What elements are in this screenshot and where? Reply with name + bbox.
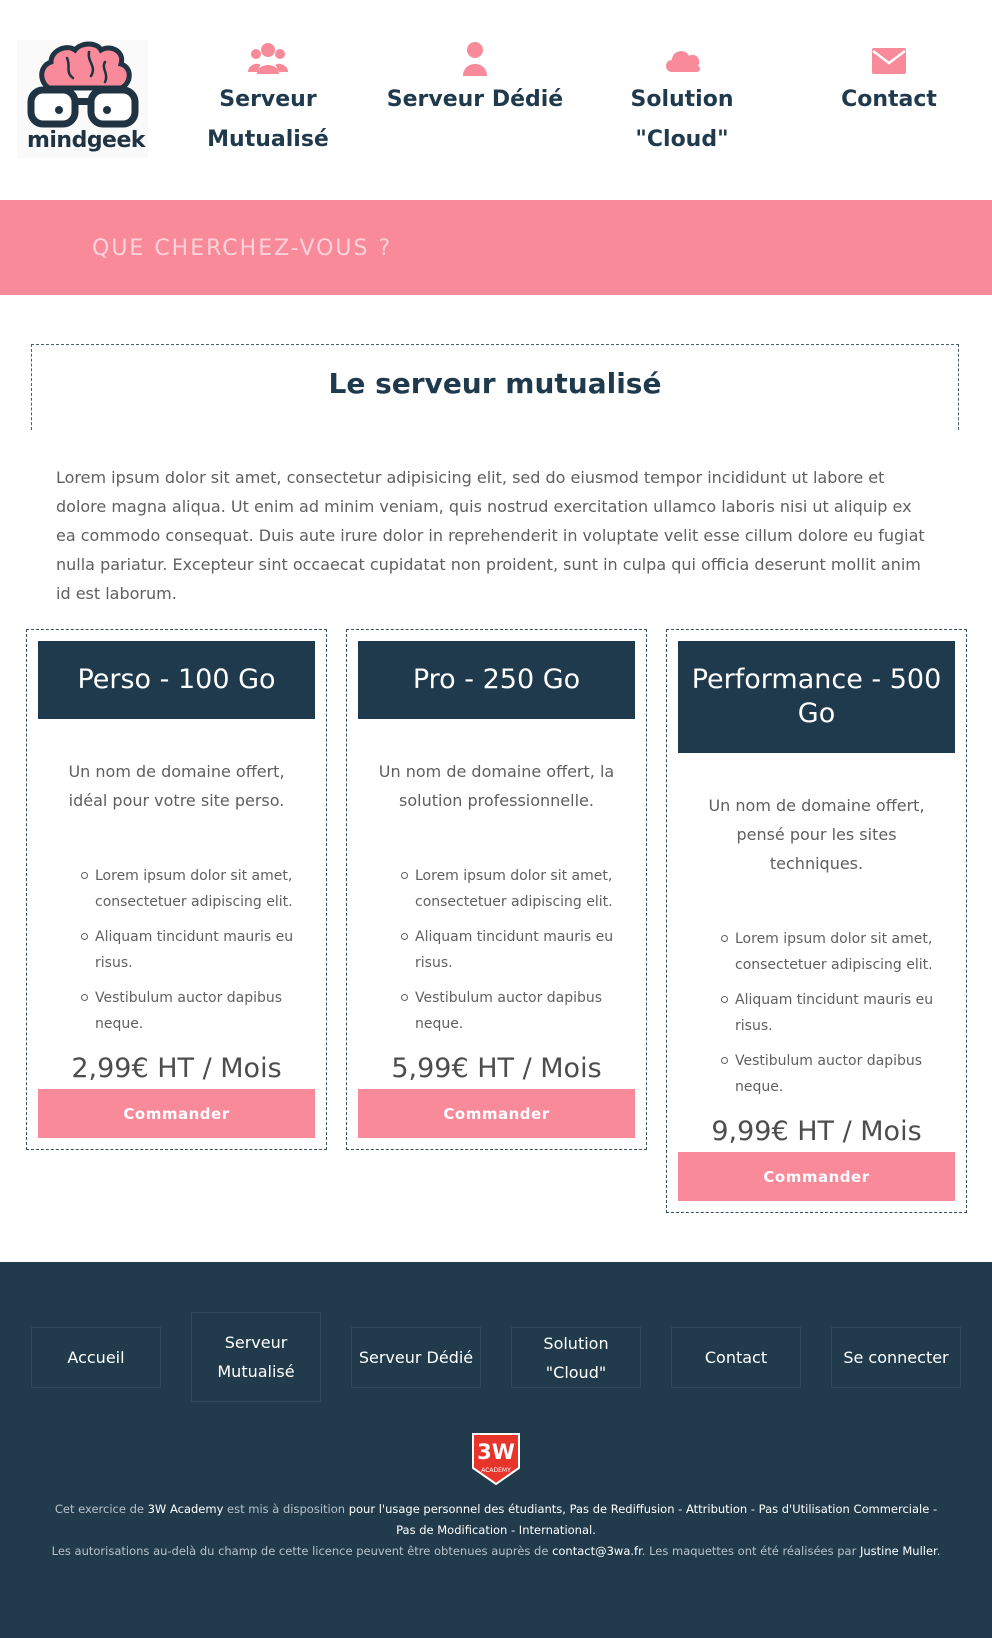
page-title: Le serveur mutualisé	[328, 367, 662, 400]
feature-list: Lorem ipsum dolor sit amet, consectetuer…	[401, 863, 632, 1037]
plan-price: 9,99€ HT / Mois	[711, 1116, 922, 1147]
3w-academy-badge-icon: 3W ACADEMY	[472, 1433, 520, 1486]
intro-paragraph: Lorem ipsum dolor sit amet, consectetur …	[56, 468, 925, 603]
footer-link-serveur-mutualise[interactable]: Serveur Mutualisé	[191, 1312, 321, 1402]
list-item: Lorem ipsum dolor sit amet, consectetuer…	[81, 863, 312, 915]
plan-description: Un nom de domaine offert, idéal pour vot…	[68, 762, 285, 810]
search-band	[0, 200, 992, 295]
list-item: Aliquam tincidunt mauris eu risus.	[401, 924, 632, 976]
badge-bottom-text: ACADEMY	[481, 1467, 511, 1474]
nav-item-solution-cloud[interactable]: Solution "Cloud"	[582, 40, 782, 160]
nav-label-line2: "Cloud"	[635, 127, 729, 152]
badge-top-text: 3W	[477, 1440, 515, 1464]
plan-price: 2,99€ HT / Mois	[71, 1053, 282, 1084]
plan-title: Pro - 250 Go	[358, 641, 635, 719]
license-text-part: Les autorisations au-delà du champ de ce…	[51, 1544, 553, 1558]
plan-card-pro: Pro - 250 Go Un nom de domaine offert, l…	[346, 629, 647, 1150]
license-text-part: est mis à disposition	[223, 1502, 349, 1516]
order-button[interactable]: Commander	[38, 1089, 315, 1138]
users-icon	[248, 43, 288, 74]
list-item: Lorem ipsum dolor sit amet, consectetuer…	[401, 863, 632, 915]
nav-item-serveur-mutualise[interactable]: Serveur Mutualisé	[168, 40, 368, 160]
footer-link-contact[interactable]: Contact	[671, 1327, 801, 1388]
license-text-part: Cet exercice de	[54, 1502, 148, 1516]
list-item: Aliquam tincidunt mauris eu risus.	[721, 987, 952, 1039]
search-input[interactable]	[90, 222, 794, 274]
nav-item-serveur-dedie[interactable]: Serveur Dédié	[375, 40, 575, 120]
footer-link-accueil[interactable]: Accueil	[31, 1327, 161, 1388]
academy-link[interactable]: 3W Academy	[148, 1502, 224, 1516]
nav-label: Serveur Dédié	[386, 87, 564, 112]
user-icon	[463, 42, 487, 76]
author-link[interactable]: Justine Muller	[860, 1544, 937, 1558]
license-text: Cet exercice de 3W Academy est mis à dis…	[50, 1499, 942, 1562]
feature-list: Lorem ipsum dolor sit amet, consectetuer…	[81, 863, 312, 1037]
plan-description: Un nom de domaine offert, pensé pour les…	[708, 796, 925, 873]
nav-label: Solution	[630, 87, 734, 112]
logo-wordmark: mindgeek	[26, 128, 146, 153]
license-text-part: .	[936, 1544, 941, 1558]
nav-label-line2: Mutualisé	[207, 127, 329, 152]
envelope-icon	[872, 48, 906, 74]
nav-label: Contact	[841, 87, 937, 112]
plan-title: Perso - 100 Go	[38, 641, 315, 719]
list-item: Aliquam tincidunt mauris eu risus.	[81, 924, 312, 976]
cloud-icon	[666, 51, 701, 72]
list-item: Lorem ipsum dolor sit amet, consectetuer…	[721, 926, 952, 978]
footer-link-se-connecter[interactable]: Se connecter	[831, 1327, 961, 1388]
title-box: Le serveur mutualisé	[31, 344, 959, 430]
plan-title: Performance - 500 Go	[678, 641, 955, 753]
email-link[interactable]: contact@3wa.fr	[552, 1544, 642, 1558]
list-item: Vestibulum auctor dapibus neque.	[81, 985, 312, 1037]
plan-description: Un nom de domaine offert, la solution pr…	[378, 762, 615, 810]
order-button[interactable]: Commander	[358, 1089, 635, 1138]
footer-link-solution-cloud[interactable]: Solution "Cloud"	[511, 1327, 641, 1388]
plan-card-performance: Performance - 500 Go Un nom de domaine o…	[666, 629, 967, 1213]
logo[interactable]: mindgeek	[17, 40, 148, 158]
nav-label: Serveur	[219, 87, 317, 112]
license-terms-link[interactable]: pour l'usage personnel des étudiants, Pa…	[349, 1502, 937, 1537]
site-header: mindgeek Serveur Mutualisé Serveur Dédié…	[0, 0, 992, 200]
feature-list: Lorem ipsum dolor sit amet, consectetuer…	[721, 926, 952, 1100]
plan-price: 5,99€ HT / Mois	[391, 1053, 602, 1084]
nav-item-contact[interactable]: Contact	[789, 40, 989, 120]
list-item: Vestibulum auctor dapibus neque.	[401, 985, 632, 1037]
footer-link-serveur-dedie[interactable]: Serveur Dédié	[351, 1327, 481, 1388]
order-button[interactable]: Commander	[678, 1152, 955, 1201]
list-item: Vestibulum auctor dapibus neque.	[721, 1048, 952, 1100]
license-text-part: . Les maquettes ont été réalisées par	[641, 1544, 860, 1558]
plan-card-perso: Perso - 100 Go Un nom de domaine offert,…	[26, 629, 327, 1150]
brain-glasses-logo-icon	[27, 41, 139, 128]
